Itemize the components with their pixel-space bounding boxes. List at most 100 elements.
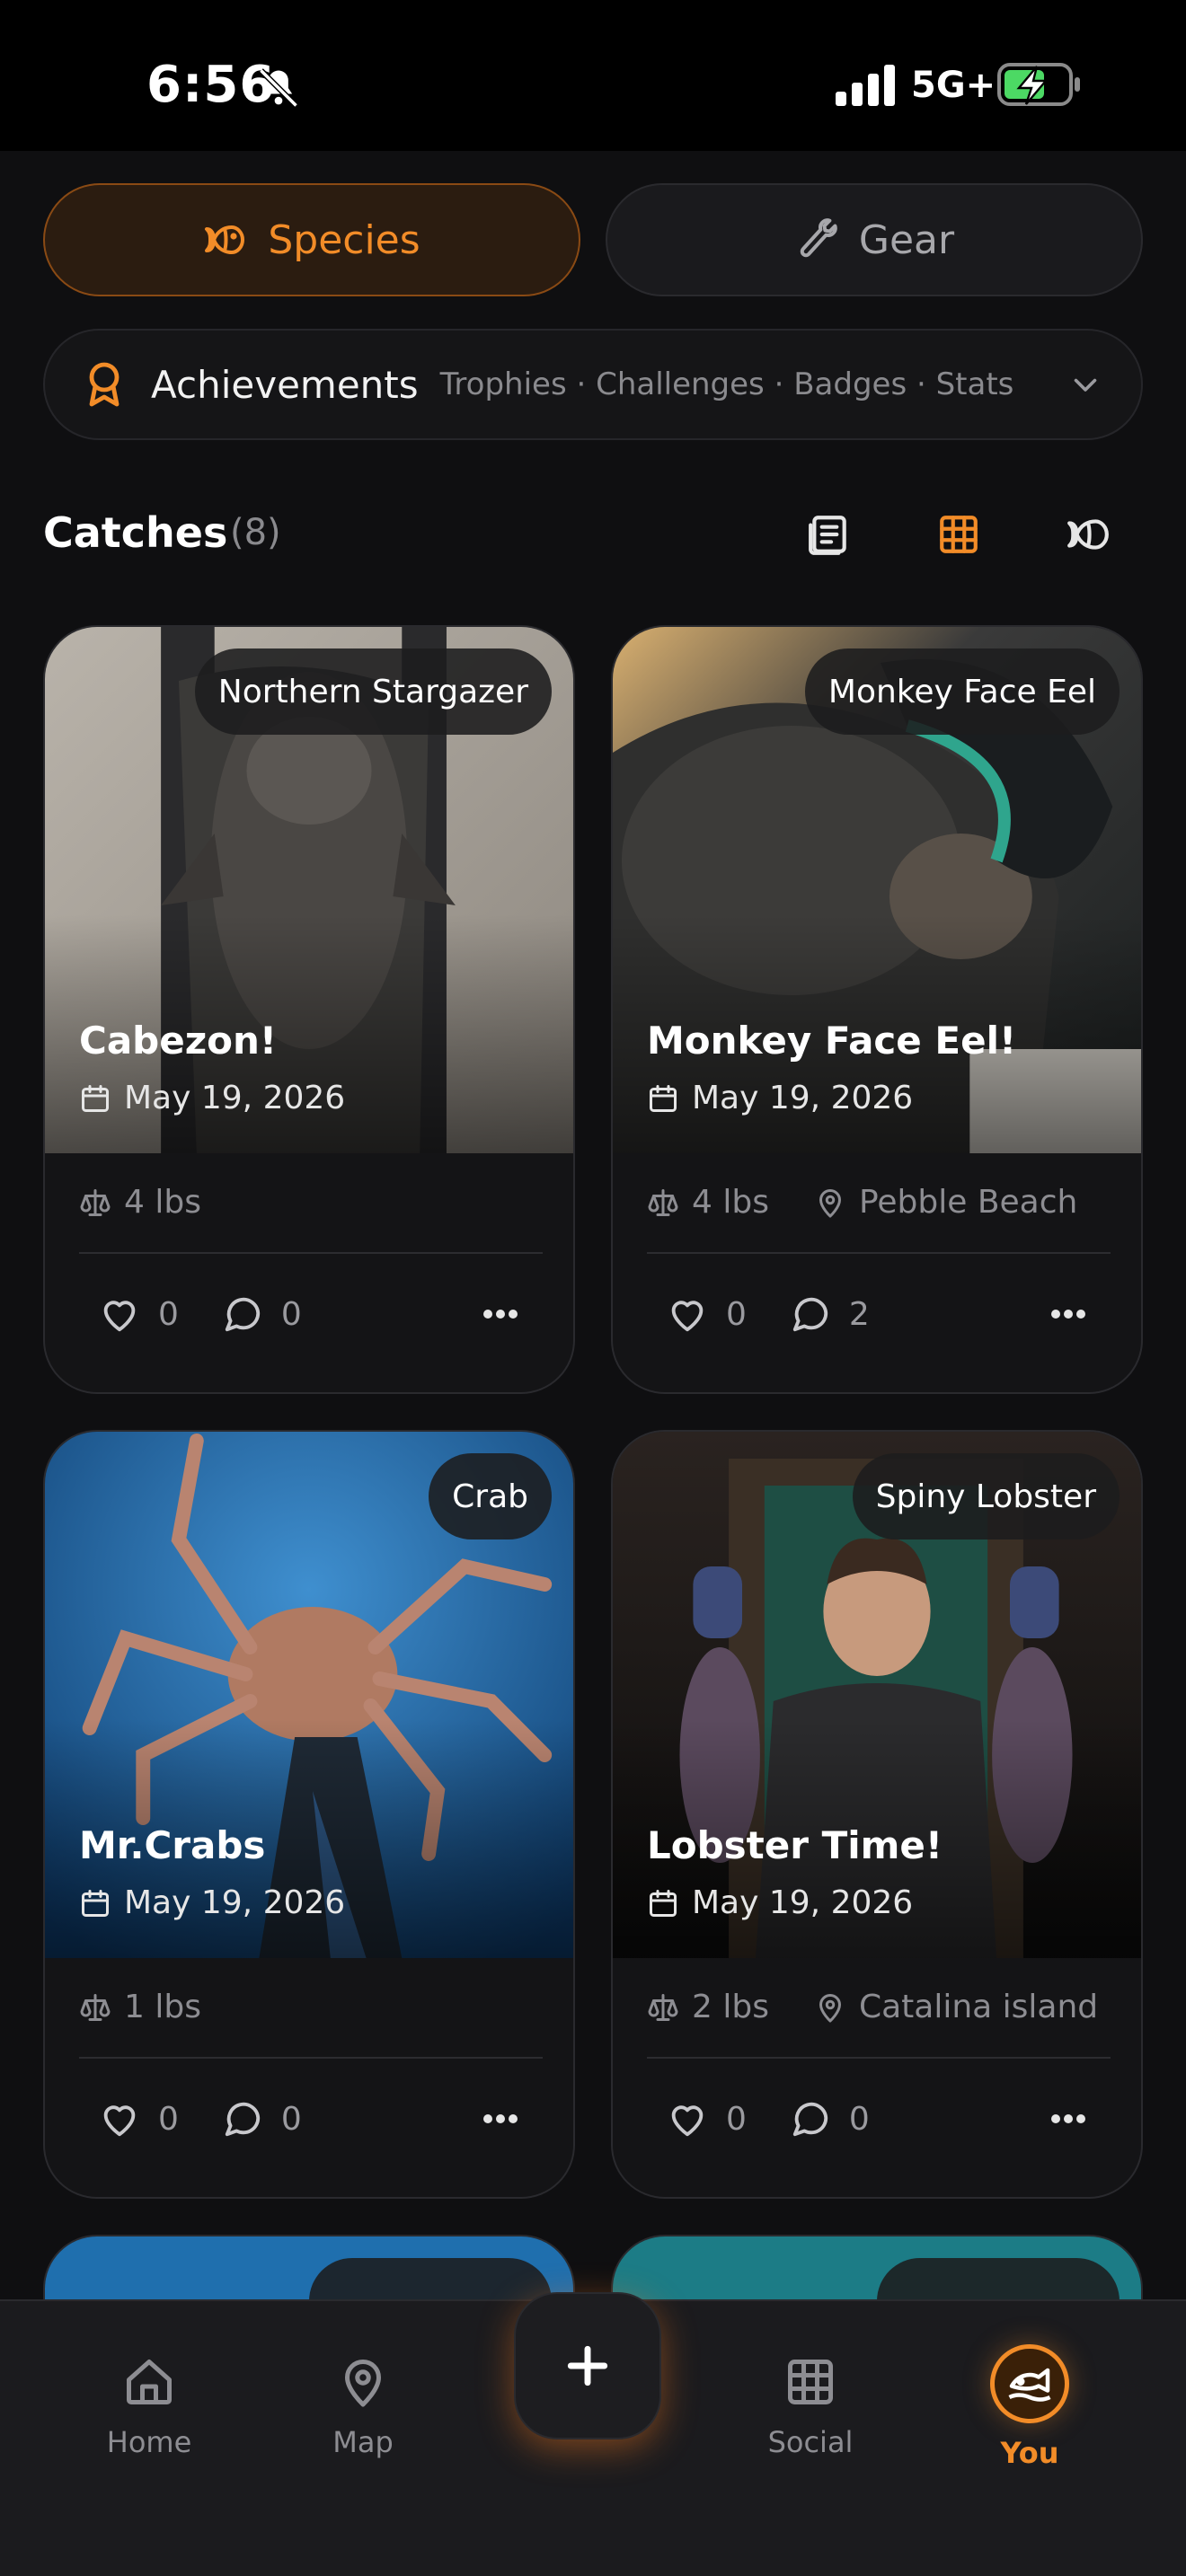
more-options-icon[interactable] — [482, 1308, 519, 1320]
avatar-fish-icon — [1008, 2368, 1051, 2402]
comment-count: 0 — [848, 2100, 870, 2138]
catch-meta: 1 lbs — [79, 1989, 201, 2025]
comment-count: 2 — [848, 1295, 870, 1333]
divider — [79, 1252, 543, 1254]
bell-off-icon — [259, 68, 298, 108]
species-tag: Monkey Face Eel — [804, 648, 1120, 735]
heart-icon — [671, 1301, 704, 1332]
calendar-icon — [82, 1889, 109, 1917]
catch-title: Lobster Time! — [647, 1823, 943, 1867]
tab-species-label: Species — [268, 216, 420, 263]
catch-date: May 19, 2026 — [647, 1080, 913, 1116]
nav-social[interactable]: Social — [730, 2355, 891, 2459]
fish-icon — [205, 225, 245, 254]
nav-home[interactable]: Home — [68, 2355, 230, 2459]
like-button[interactable]: 0 — [99, 2098, 179, 2139]
more-options-icon[interactable] — [482, 2113, 519, 2125]
catch-date-text: May 19, 2026 — [124, 1884, 346, 1921]
calendar-icon — [650, 1889, 677, 1917]
catch-date: May 19, 2026 — [79, 1080, 345, 1116]
comment-button[interactable]: 0 — [790, 2098, 870, 2139]
plus-icon — [567, 2345, 608, 2386]
catch-actions: 0 0 — [99, 2098, 345, 2139]
network-label: 5G+ — [911, 65, 996, 106]
achievements-bar[interactable]: Achievements Trophies · Challenges · Bad… — [43, 329, 1143, 440]
catch-card[interactable]: Spiny Lobster Lobster Time! May 19, 2026… — [611, 1430, 1143, 2199]
comment-icon — [792, 1297, 828, 1332]
comment-count: 0 — [280, 2100, 302, 2138]
catch-weight: 2 lbs — [692, 1989, 769, 2025]
catch-weight: 4 lbs — [124, 1184, 201, 1221]
comment-button[interactable]: 2 — [790, 1293, 870, 1335]
like-count: 0 — [726, 1295, 747, 1333]
like-count: 0 — [726, 2100, 747, 2138]
list-view-icon[interactable] — [807, 512, 852, 557]
catch-weight: 4 lbs — [692, 1184, 769, 1221]
divider — [79, 2057, 543, 2059]
catch-card[interactable]: Crab Mr.Crabs May 19, 2026 1 lbs 0 0 — [43, 1430, 575, 2199]
divider — [647, 2057, 1111, 2059]
catch-date-text: May 19, 2026 — [124, 1080, 346, 1116]
grid-view-icon[interactable] — [936, 512, 981, 557]
catch-date-text: May 19, 2026 — [692, 1884, 914, 1921]
more-options-icon[interactable] — [1049, 2113, 1087, 2125]
catch-meta: 2 lbs Catalina island — [647, 1989, 1098, 2025]
more-options-icon[interactable] — [1049, 1308, 1087, 1320]
nav-map[interactable]: Map — [282, 2355, 444, 2459]
comment-button[interactable]: 0 — [222, 2098, 302, 2139]
heart-icon — [103, 1301, 136, 1332]
catch-date: May 19, 2026 — [647, 1884, 913, 1921]
scale-icon — [80, 1188, 111, 1216]
like-button[interactable]: 0 — [667, 2098, 747, 2139]
tab-gear-label: Gear — [858, 216, 955, 263]
nav-map-label: Map — [332, 2425, 394, 2459]
nav-you-label: You — [1000, 2436, 1059, 2470]
catch-actions: 0 0 — [667, 2098, 913, 2139]
catch-title: Cabezon! — [79, 1019, 278, 1063]
like-button[interactable]: 0 — [99, 1293, 179, 1335]
map-pin-icon — [345, 2360, 381, 2407]
map-pin-icon — [819, 1993, 841, 2022]
map-pin-icon — [819, 1188, 841, 1217]
catch-weight: 1 lbs — [124, 1989, 201, 2025]
catch-date-text: May 19, 2026 — [692, 1080, 914, 1116]
catch-card[interactable]: Monkey Face Eel Monkey Face Eel! May 19,… — [611, 625, 1143, 1394]
catch-title: Mr.Crabs — [79, 1823, 266, 1867]
catch-title: Monkey Face Eel! — [647, 1019, 1017, 1063]
catch-location: Catalina island — [858, 1989, 1099, 2025]
grid-icon — [788, 2360, 833, 2404]
comment-icon — [792, 2102, 828, 2137]
scale-icon — [648, 1993, 678, 2021]
catch-card[interactable]: Northern Stargazer Cabezon! May 19, 2026… — [43, 625, 575, 1394]
award-icon — [89, 362, 119, 407]
catch-location: Pebble Beach — [858, 1184, 1078, 1221]
catches-title: Catches — [43, 508, 228, 557]
heart-icon — [103, 2105, 136, 2137]
chevron-down-icon — [1074, 378, 1097, 392]
species-tag: Crab — [429, 1453, 552, 1539]
avatar — [990, 2344, 1069, 2423]
battery-charging-icon — [997, 63, 1080, 106]
nav-you[interactable]: You — [949, 2344, 1111, 2470]
like-count: 0 — [158, 2100, 179, 2138]
add-catch-button[interactable] — [514, 2292, 661, 2439]
species-view-icon[interactable] — [1066, 512, 1111, 557]
achievements-subtitle: Trophies · Challenges · Badges · Stats — [439, 366, 1014, 402]
comment-icon — [225, 2102, 261, 2137]
status-bar: 6:56 5G+ — [0, 0, 1186, 151]
like-button[interactable]: 0 — [667, 1293, 747, 1335]
species-tag: Spiny Lobster — [852, 1453, 1120, 1539]
home-icon — [127, 2360, 172, 2404]
divider — [647, 1252, 1111, 1254]
comment-icon — [225, 1297, 261, 1332]
scale-icon — [80, 1993, 111, 2021]
comment-button[interactable]: 0 — [222, 1293, 302, 1335]
calendar-icon — [82, 1084, 109, 1112]
like-count: 0 — [158, 1295, 179, 1333]
catch-date: May 19, 2026 — [79, 1884, 345, 1921]
tab-gear[interactable]: Gear — [606, 183, 1143, 296]
nav-home-label: Home — [106, 2425, 192, 2459]
tab-species[interactable]: Species — [43, 183, 580, 296]
comment-count: 0 — [280, 1295, 302, 1333]
catch-actions: 0 0 — [99, 1293, 345, 1335]
